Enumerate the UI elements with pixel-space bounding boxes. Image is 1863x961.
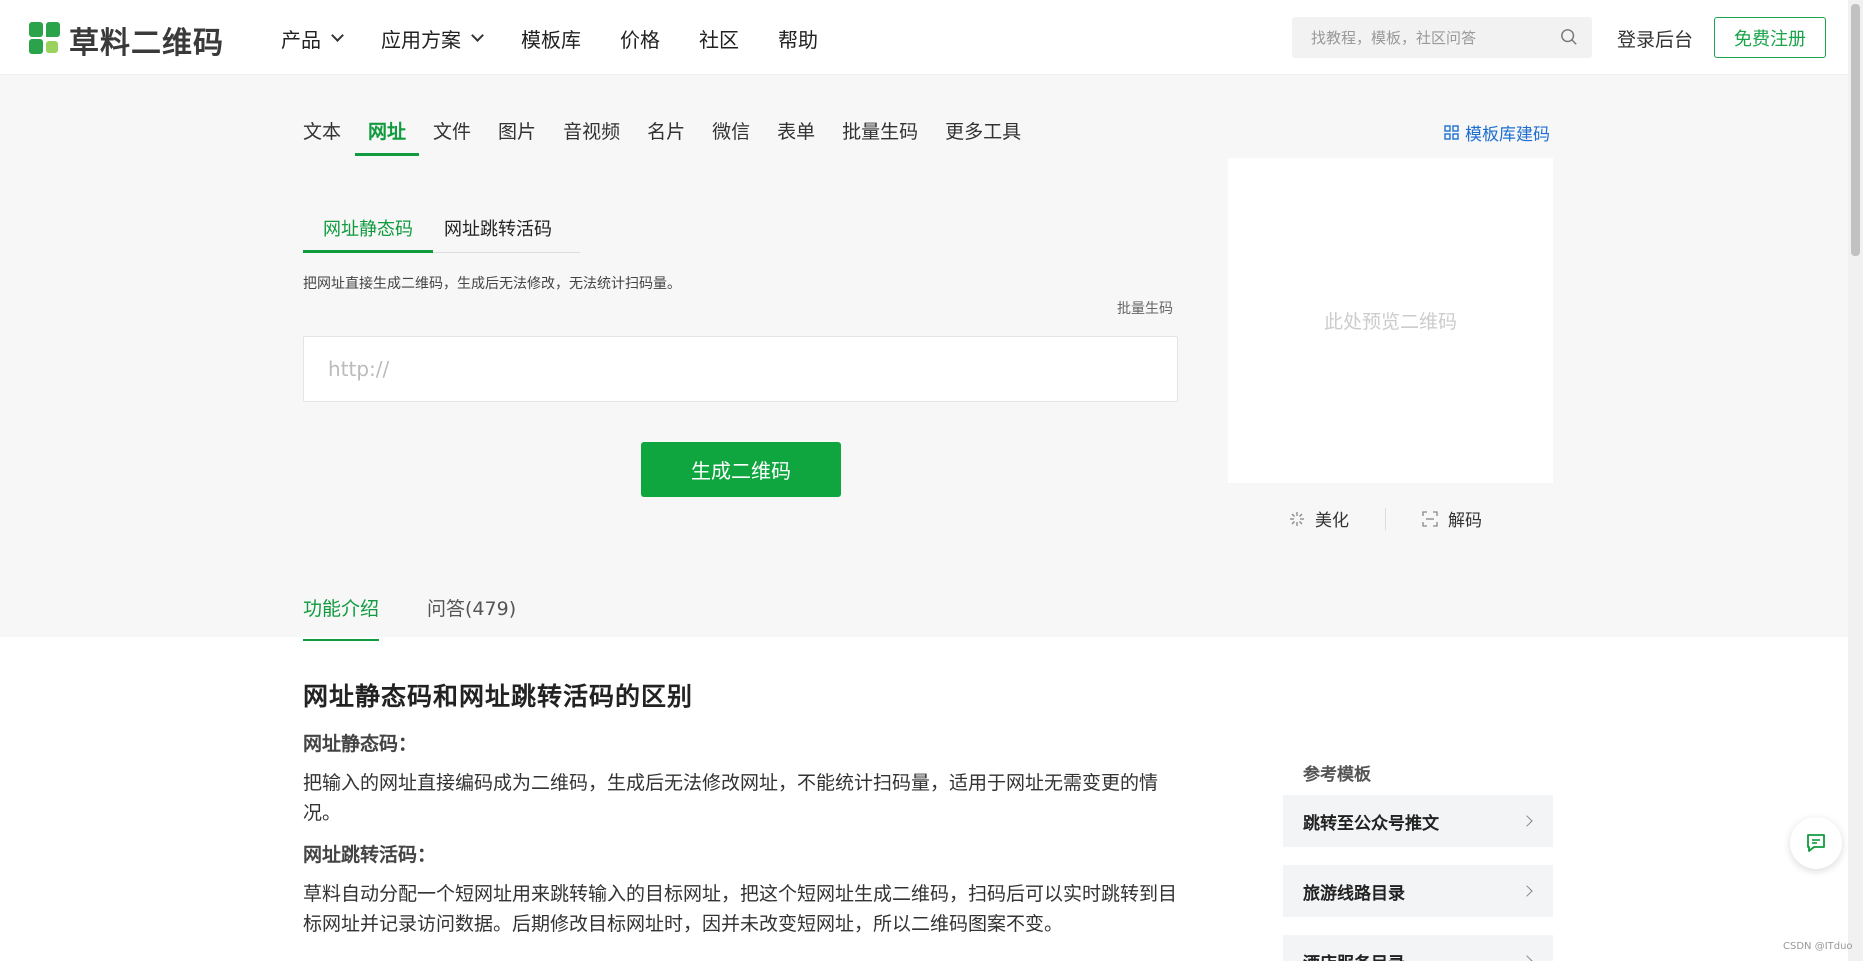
template-link[interactable]: 模板库建码 xyxy=(1444,120,1550,145)
tab-form[interactable]: 表单 xyxy=(777,117,815,152)
tab-image[interactable]: 图片 xyxy=(498,117,536,152)
logo-text: 草料二维码 xyxy=(69,26,224,61)
beautify-label: 美化 xyxy=(1315,511,1349,531)
url-field-box xyxy=(303,336,1178,402)
tab-url[interactable]: 网址 xyxy=(355,117,420,156)
code-type-tabs: 文本 网址 文件 图片 音视频 名片 微信 表单 批量生码 更多工具 xyxy=(303,117,1048,156)
tab-more-tools[interactable]: 更多工具 xyxy=(945,117,1021,152)
logo[interactable]: 草料二维码 xyxy=(29,18,224,62)
form-description: 把网址直接生成二维码，生成后无法修改，无法统计扫码量。 xyxy=(303,276,681,292)
chevron-right-icon xyxy=(1521,955,1533,961)
tab-feature-intro[interactable]: 功能介绍 xyxy=(303,594,380,641)
decode-button[interactable]: 解码 xyxy=(1422,506,1482,531)
nav-label: 社区 xyxy=(699,28,739,52)
reference-item[interactable]: 酒店服务目录 xyxy=(1283,935,1553,961)
nav-label: 模板库 xyxy=(521,28,581,52)
nav-item-solutions[interactable]: 应用方案 xyxy=(381,24,484,53)
subtab-static[interactable]: 网址静态码 xyxy=(303,215,433,253)
article-heading-dynamic: 网址跳转活码： xyxy=(303,844,437,866)
tab-business-card[interactable]: 名片 xyxy=(647,117,685,152)
nav-item-help[interactable]: 帮助 xyxy=(778,24,818,53)
article-title: 网址静态码和网址跳转活码的区别 xyxy=(303,682,694,711)
nav-item-pricing[interactable]: 价格 xyxy=(620,24,660,53)
nav-label: 帮助 xyxy=(778,28,818,52)
tab-batch[interactable]: 批量生码 xyxy=(842,117,918,152)
chevron-right-icon xyxy=(1521,885,1533,897)
article: 网址静态码和网址跳转活码的区别 网址静态码： 把输入的网址直接编码成为二维码，生… xyxy=(303,677,1181,951)
nav-item-product[interactable]: 产品 xyxy=(281,24,344,53)
main-nav: 产品 应用方案 模板库 价格 社区 帮助 xyxy=(281,24,857,53)
nav-label: 应用方案 xyxy=(381,28,461,52)
url-subtabs: 网址静态码 网址跳转活码 xyxy=(303,215,580,253)
chat-button[interactable] xyxy=(1790,817,1842,869)
grid-icon xyxy=(1444,125,1459,140)
generate-button[interactable]: 生成二维码 xyxy=(641,442,841,497)
reference-item[interactable]: 跳转至公众号推文 xyxy=(1283,795,1553,847)
decode-label: 解码 xyxy=(1448,511,1482,531)
qr-preview: 此处预览二维码 xyxy=(1228,158,1553,483)
url-input[interactable] xyxy=(304,337,1177,401)
tab-text[interactable]: 文本 xyxy=(303,117,341,152)
batch-link[interactable]: 批量生码 xyxy=(1117,298,1173,318)
reference-templates: 参考模板 跳转至公众号推文 旅游线路目录 酒店服务目录 xyxy=(1283,760,1553,961)
tab-wechat[interactable]: 微信 xyxy=(712,117,750,152)
page-scrollbar[interactable] xyxy=(1848,0,1863,961)
scrollbar-thumb[interactable] xyxy=(1851,4,1860,256)
chevron-right-icon xyxy=(1521,815,1533,827)
nav-item-community[interactable]: 社区 xyxy=(699,24,739,53)
logo-icon xyxy=(29,21,63,59)
nav-item-templates[interactable]: 模板库 xyxy=(521,24,581,53)
search-box xyxy=(1292,17,1592,58)
tab-file[interactable]: 文件 xyxy=(433,117,471,152)
article-paragraph-dynamic: 草料自动分配一个短网址用来跳转输入的目标网址，把这个短网址生成二维码，扫码后可以… xyxy=(303,883,1178,935)
template-link-label: 模板库建码 xyxy=(1465,125,1550,145)
register-button[interactable]: 免费注册 xyxy=(1714,17,1826,58)
reference-item[interactable]: 旅游线路目录 xyxy=(1283,865,1553,917)
login-link[interactable]: 登录后台 xyxy=(1617,25,1693,52)
reference-item-label: 旅游线路目录 xyxy=(1303,883,1405,904)
scan-icon xyxy=(1422,510,1438,527)
reference-item-label: 跳转至公众号推文 xyxy=(1303,813,1439,834)
reference-title: 参考模板 xyxy=(1303,765,1371,785)
watermark: CSDN @ITduo xyxy=(1783,941,1853,952)
nav-label: 价格 xyxy=(620,28,660,52)
top-header: 草料二维码 产品 应用方案 模板库 价格 社区 帮助 登录后台 免费注册 xyxy=(0,0,1863,75)
chat-icon xyxy=(1807,834,1825,852)
beautify-button[interactable]: 美化 xyxy=(1289,506,1349,531)
search-icon[interactable] xyxy=(1560,28,1578,46)
reference-item-label: 酒店服务目录 xyxy=(1303,949,1405,961)
search-input[interactable] xyxy=(1292,28,1542,47)
article-heading-static: 网址静态码： xyxy=(303,733,418,755)
nav-label: 产品 xyxy=(281,28,321,52)
sparkle-icon xyxy=(1290,511,1304,526)
preview-placeholder: 此处预览二维码 xyxy=(1323,311,1457,333)
info-tabs: 功能介绍 问答(479) xyxy=(303,594,564,641)
subtab-dynamic[interactable]: 网址跳转活码 xyxy=(433,215,563,252)
article-paragraph-static: 把输入的网址直接编码成为二维码，生成后无法修改网址，不能统计扫码量，适用于网址无… xyxy=(303,772,1159,824)
chevron-down-icon xyxy=(331,29,344,42)
chevron-down-icon xyxy=(471,29,484,42)
tab-audio-video[interactable]: 音视频 xyxy=(563,117,620,152)
tab-qa[interactable]: 问答(479) xyxy=(427,594,516,641)
tools-divider xyxy=(1385,507,1386,530)
preview-tools: 美化 解码 xyxy=(1228,506,1553,531)
